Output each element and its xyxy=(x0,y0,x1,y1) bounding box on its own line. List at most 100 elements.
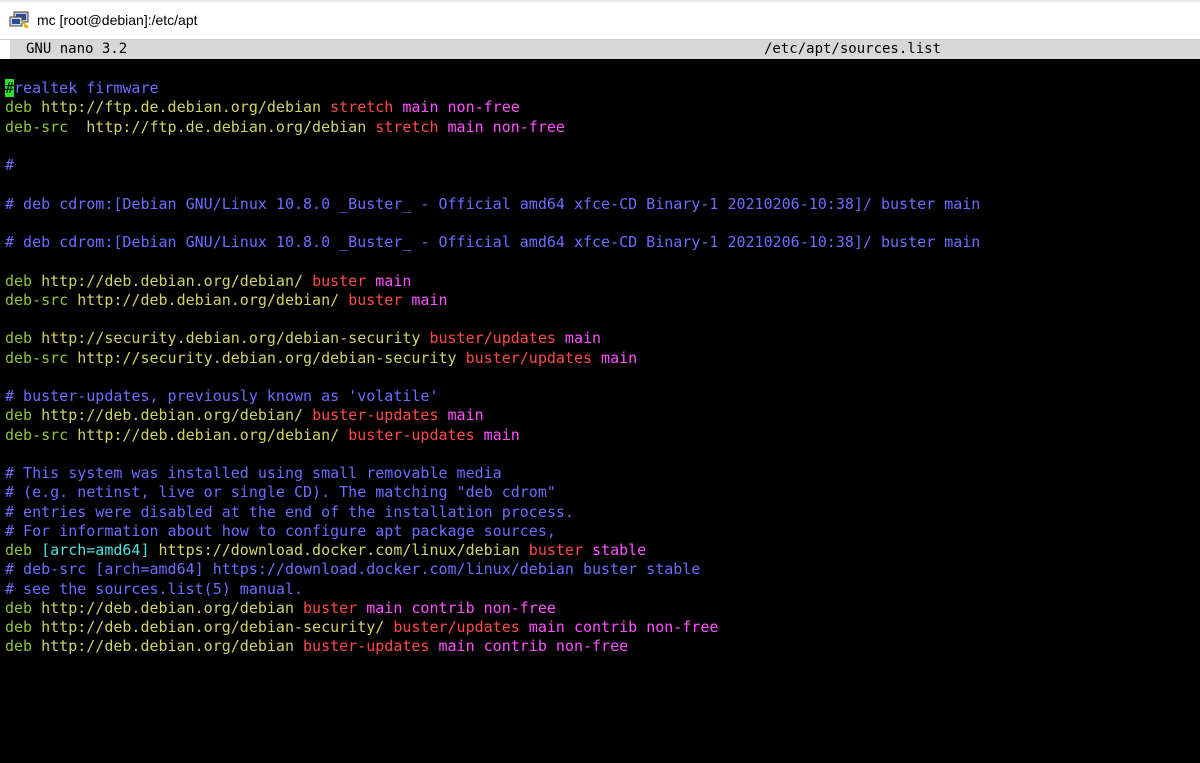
nano-version: GNU nano 3.2 xyxy=(26,41,128,57)
syntax-token: http://deb.debian.org/debian xyxy=(41,598,304,617)
syntax-token: deb-src xyxy=(5,425,78,444)
syntax-token: main xyxy=(483,425,520,444)
editor-line[interactable]: deb http://deb.debian.org/debian/ buster… xyxy=(5,406,1195,425)
syntax-token: buster/updates xyxy=(393,618,529,636)
syntax-token: main xyxy=(411,290,448,309)
editor-line[interactable]: deb http://deb.debian.org/debian/ buster… xyxy=(5,272,1195,291)
editor-line[interactable]: # see the sources.list(5) manual. xyxy=(5,580,1195,599)
editor-line[interactable]: # This system was installed using small … xyxy=(5,464,1195,483)
syntax-token: http://ftp.de.debian.org/debian xyxy=(41,98,331,117)
syntax-token: main contrib non-free xyxy=(528,618,719,636)
syntax-token: deb xyxy=(5,637,42,656)
editor-line[interactable]: deb-src http://security.debian.org/debia… xyxy=(5,349,1195,368)
syntax-token: http://deb.debian.org/debian/ xyxy=(77,290,349,309)
editor-line[interactable] xyxy=(5,310,1195,329)
syntax-token: # entries were disabled at the end of th… xyxy=(5,502,574,521)
terminal-window: mc [root@debian]:/etc/apt GNU nano 3.2 /… xyxy=(0,0,1200,763)
syntax-token: deb xyxy=(5,271,42,290)
syntax-token: # deb-src [arch=amd64] https://download.… xyxy=(5,560,701,579)
syntax-token: deb xyxy=(5,98,42,117)
editor-line[interactable]: # For information about how to configure… xyxy=(5,522,1195,541)
syntax-token: # xyxy=(5,156,15,174)
editor-line[interactable]: deb http://deb.debian.org/debian buster … xyxy=(5,599,1195,618)
editor-line[interactable]: # (e.g. netinst, live or single CD). The… xyxy=(5,483,1195,502)
editor-line[interactable]: deb http://deb.debian.org/debian-securit… xyxy=(5,618,1195,637)
editor-line[interactable]: deb http://ftp.de.debian.org/debian stre… xyxy=(5,98,1195,117)
syntax-token: http://deb.debian.org/debian/ xyxy=(41,406,313,425)
syntax-token: deb xyxy=(5,618,42,636)
syntax-token: stretch xyxy=(375,117,448,136)
syntax-token: deb xyxy=(5,406,42,425)
syntax-token: # see the sources.list(5) manual. xyxy=(5,579,304,598)
syntax-token: http://security.debian.org/debian-securi… xyxy=(41,329,430,348)
syntax-token: http://ftp.de.debian.org/debian xyxy=(86,117,376,136)
syntax-token: buster/updates xyxy=(465,348,602,367)
syntax-token: deb xyxy=(5,329,42,348)
title-bar-edge xyxy=(0,0,1200,2)
syntax-token: main xyxy=(564,329,602,348)
syntax-token: # deb cdrom:[Debian GNU/Linux 10.8.0 _Bu… xyxy=(5,194,981,213)
editor-line[interactable] xyxy=(5,252,1195,271)
syntax-token: main non-free xyxy=(447,117,565,136)
editor-line[interactable]: #realtek firmware xyxy=(5,79,1195,98)
syntax-token: realtek firmware xyxy=(14,79,159,97)
syntax-token: buster xyxy=(303,598,367,617)
syntax-token: buster-updates xyxy=(303,637,439,656)
editor-text-area[interactable]: #realtek firmware deb http://ftp.de.debia… xyxy=(5,79,1195,657)
syntax-token: deb xyxy=(5,598,42,617)
syntax-token: https://download.docker.com/linux/debian xyxy=(158,541,529,559)
nano-filename: /etc/apt/sources.list xyxy=(764,41,942,57)
syntax-token: buster/updates xyxy=(429,329,565,348)
syntax-token: http://deb.debian.org/debian/ xyxy=(41,271,313,290)
syntax-token: main xyxy=(375,271,412,290)
syntax-token: deb-src xyxy=(5,290,78,309)
syntax-token: # This system was installed using small … xyxy=(5,464,502,482)
syntax-token: http://deb.debian.org/debian-security/ xyxy=(41,618,394,636)
syntax-token: main contrib non-free xyxy=(366,598,556,617)
syntax-token: # (e.g. netinst, live or single CD). The… xyxy=(5,483,556,502)
syntax-token: # For information about how to configure… xyxy=(5,521,556,540)
editor-line[interactable]: # deb cdrom:[Debian GNU/Linux 10.8.0 _Bu… xyxy=(5,195,1195,214)
syntax-token: main xyxy=(601,348,638,367)
syntax-token: buster xyxy=(348,290,412,309)
syntax-token: http://deb.debian.org/debian xyxy=(41,637,304,656)
editor-line[interactable]: # deb cdrom:[Debian GNU/Linux 10.8.0 _Bu… xyxy=(5,233,1195,252)
editor-line[interactable]: # buster-updates, previously known as 'v… xyxy=(5,387,1195,406)
editor-line[interactable]: # xyxy=(5,156,1195,175)
syntax-token: buster-updates xyxy=(348,425,484,444)
nano-header-bar: GNU nano 3.2 /etc/apt/sources.list xyxy=(10,40,1200,59)
editor-line[interactable]: deb-src http://ftp.de.debian.org/debian … xyxy=(5,118,1195,137)
syntax-token: buster xyxy=(528,541,593,559)
editor-line[interactable]: # entries were disabled at the end of th… xyxy=(5,503,1195,522)
syntax-token: buster-updates xyxy=(312,406,448,425)
window-left-border xyxy=(0,40,10,59)
editor-line[interactable]: deb-src http://deb.debian.org/debian/ bu… xyxy=(5,426,1195,445)
putty-terminal-icon[interactable] xyxy=(9,11,31,29)
syntax-token: main contrib non-free xyxy=(438,637,629,656)
syntax-token: http://deb.debian.org/debian/ xyxy=(77,425,349,444)
editor-line[interactable]: # deb-src [arch=amd64] https://download.… xyxy=(5,560,1195,579)
title-bar[interactable]: mc [root@debian]:/etc/apt xyxy=(0,0,1200,40)
syntax-token: deb xyxy=(5,541,42,559)
editor-line[interactable] xyxy=(5,445,1195,464)
syntax-token: buster xyxy=(312,271,376,290)
editor-line[interactable] xyxy=(5,137,1195,156)
syntax-token: main non-free xyxy=(402,98,520,117)
editor-line[interactable]: deb http://security.debian.org/debian-se… xyxy=(5,329,1195,348)
syntax-token: deb-src xyxy=(5,117,87,136)
syntax-token: http://security.debian.org/debian-securi… xyxy=(77,348,466,367)
editor-line[interactable]: deb [arch=amd64] https://download.docker… xyxy=(5,541,1195,560)
syntax-token: stretch xyxy=(330,98,403,117)
editor-line[interactable]: deb http://deb.debian.org/debian buster-… xyxy=(5,637,1195,656)
editor-line[interactable] xyxy=(5,368,1195,387)
editor-line[interactable] xyxy=(5,214,1195,233)
syntax-token: stable xyxy=(592,541,647,559)
syntax-token: main xyxy=(447,406,484,425)
editor-line[interactable] xyxy=(5,175,1195,194)
syntax-token: # deb cdrom:[Debian GNU/Linux 10.8.0 _Bu… xyxy=(5,233,981,251)
editor-line[interactable]: deb-src http://deb.debian.org/debian/ bu… xyxy=(5,291,1195,310)
syntax-token: deb-src xyxy=(5,348,78,367)
window-title: mc [root@debian]:/etc/apt xyxy=(37,12,198,28)
syntax-token: # buster-updates, previously known as 'v… xyxy=(5,387,439,405)
syntax-token: [arch=amd64] xyxy=(41,541,159,559)
